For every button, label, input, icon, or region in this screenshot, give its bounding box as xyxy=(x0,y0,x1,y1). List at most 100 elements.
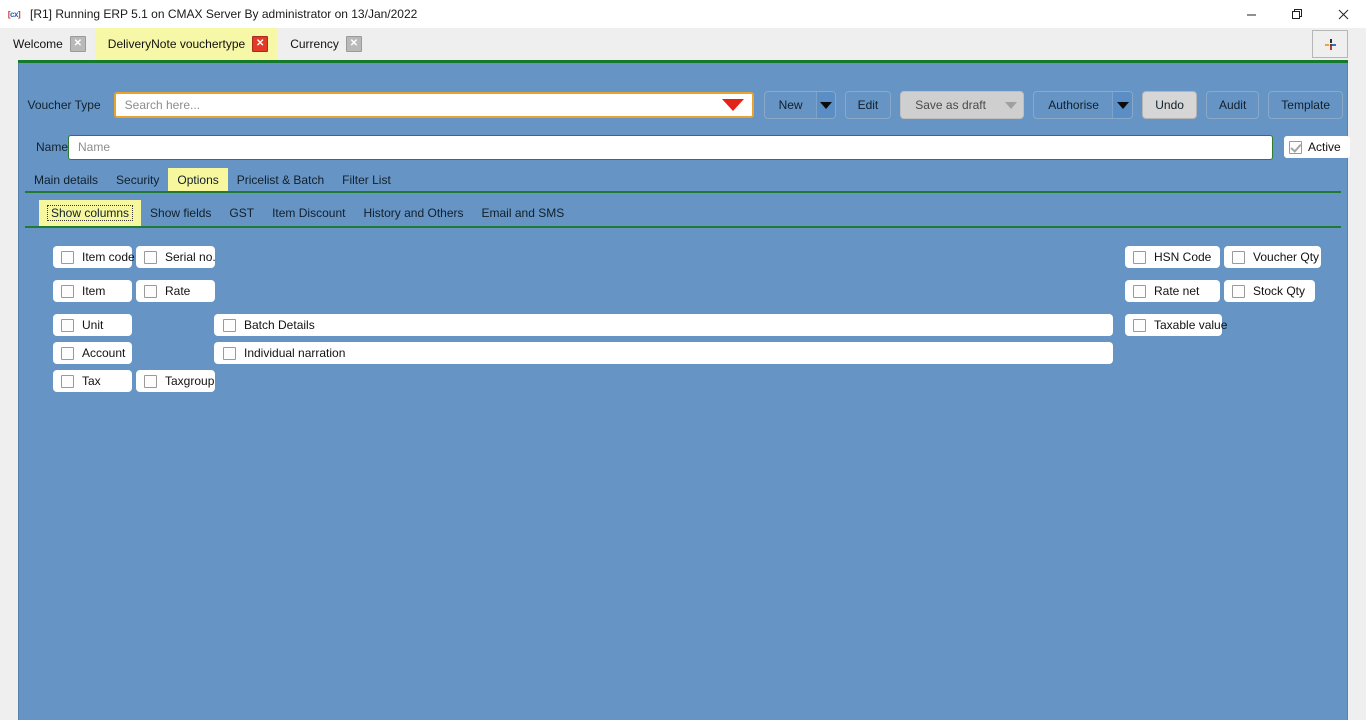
tab-security[interactable]: Security xyxy=(107,168,168,191)
checkbox-icon[interactable] xyxy=(61,374,74,388)
plus-icon xyxy=(1324,38,1336,50)
subtab-email-and-sms[interactable]: Email and SMS xyxy=(473,200,574,226)
option-label: Unit xyxy=(82,318,104,332)
save-as-draft-dropdown-button[interactable] xyxy=(999,92,1023,118)
tab-label: Pricelist & Batch xyxy=(236,172,325,187)
dropdown-arrow-icon[interactable] xyxy=(721,99,744,111)
checkbox-icon[interactable] xyxy=(144,374,157,388)
undo-button[interactable]: Undo xyxy=(1142,91,1197,119)
checkbox-icon[interactable] xyxy=(1232,284,1245,298)
audit-button[interactable]: Audit xyxy=(1205,91,1260,119)
name-input[interactable]: Name xyxy=(68,134,1274,160)
subtab-label: History and Others xyxy=(363,206,464,220)
toolbar: New Edit Save as draft Authorise Undo Au… xyxy=(763,91,1343,119)
option-label: Individual narration xyxy=(244,346,346,360)
checkbox-icon[interactable] xyxy=(1133,318,1146,332)
add-tab-wrapper xyxy=(1312,28,1348,60)
option-rate-net[interactable]: Rate net xyxy=(1125,280,1220,302)
authorise-button[interactable]: Authorise xyxy=(1033,91,1134,119)
new-dropdown-button[interactable] xyxy=(815,92,835,118)
edit-button[interactable]: Edit xyxy=(844,91,892,119)
checkbox-icon[interactable] xyxy=(1133,250,1146,264)
option-rate[interactable]: Rate xyxy=(136,280,215,302)
option-stock-qty[interactable]: Stock Qty xyxy=(1224,280,1315,302)
sub-tab-bar: Show columns Show fields GST Item Discou… xyxy=(39,200,1343,226)
option-serial-no[interactable]: Serial no. xyxy=(136,246,216,268)
tab-label: Welcome xyxy=(13,37,63,51)
option-label: HSN Code xyxy=(1154,250,1212,264)
subtab-label: GST xyxy=(229,206,255,220)
tab-deliverynote-vouchertype[interactable]: DeliveryNote vouchertype ✕ xyxy=(94,28,278,60)
option-label: Taxable value xyxy=(1154,318,1228,332)
tab-pricelist-and-batch[interactable]: Pricelist & Batch xyxy=(228,168,333,191)
template-button[interactable]: Template xyxy=(1268,91,1343,119)
option-label: Taxgroup xyxy=(165,374,215,388)
active-checkbox[interactable]: Active xyxy=(1284,136,1350,158)
tab-currency[interactable]: Currency ✕ xyxy=(277,28,371,60)
authorise-button-label: Authorise xyxy=(1048,98,1099,112)
maximize-button[interactable] xyxy=(1274,0,1320,28)
checkbox-icon[interactable] xyxy=(61,250,74,264)
tab-welcome[interactable]: Welcome ✕ xyxy=(0,28,95,60)
option-batch-details[interactable]: Batch Details xyxy=(214,314,1113,336)
tab-close-icon[interactable]: ✕ xyxy=(252,36,269,52)
title-bar: [cx] [R1] Running ERP 5.1 on CMAX Server… xyxy=(0,0,1366,28)
option-label: Item xyxy=(82,284,106,298)
checkbox-icon[interactable] xyxy=(61,284,74,298)
option-hsn-code[interactable]: HSN Code xyxy=(1125,246,1220,268)
option-item-code[interactable]: Item code xyxy=(53,246,135,268)
checkbox-icon[interactable] xyxy=(1133,284,1146,298)
option-voucher-qty[interactable]: Voucher Qty xyxy=(1224,246,1321,268)
subtab-item-discount[interactable]: Item Discount xyxy=(263,200,354,226)
subtab-show-columns[interactable]: Show columns xyxy=(39,200,142,226)
checkbox-icon[interactable] xyxy=(61,318,74,332)
save-as-draft-button[interactable]: Save as draft xyxy=(900,91,1025,119)
option-taxable-value[interactable]: Taxable value xyxy=(1125,314,1227,336)
checkbox-icon[interactable] xyxy=(144,284,157,298)
template-button-label: Template xyxy=(1281,98,1330,112)
option-tax[interactable]: Tax xyxy=(53,370,132,392)
tab-label: DeliveryNote vouchertype xyxy=(107,37,246,51)
option-label: Account xyxy=(82,346,126,360)
subtab-history-and-others[interactable]: History and Others xyxy=(354,200,472,226)
authorise-dropdown-button[interactable] xyxy=(1111,92,1133,118)
new-button-label: New xyxy=(778,98,803,112)
tab-strip: Welcome ✕ DeliveryNote vouchertype ✕ Cur… xyxy=(0,28,1366,60)
chevron-down-icon xyxy=(819,101,832,109)
tab-options[interactable]: Options xyxy=(168,168,228,191)
app-icon: [cx] xyxy=(7,9,21,19)
tab-filter-list[interactable]: Filter List xyxy=(333,168,400,191)
tab-main-details[interactable]: Main details xyxy=(25,168,107,191)
tab-label: Currency xyxy=(290,37,339,51)
save-as-draft-label: Save as draft xyxy=(915,98,986,112)
checkbox-icon[interactable] xyxy=(144,250,157,264)
voucher-type-row: Voucher Type Search here... New Edit Sav… xyxy=(23,90,1343,120)
option-account[interactable]: Account xyxy=(53,342,132,364)
subtab-gst[interactable]: GST xyxy=(220,200,263,226)
option-unit[interactable]: Unit xyxy=(53,314,132,336)
tab-close-icon[interactable]: ✕ xyxy=(69,36,86,52)
name-label: Name xyxy=(36,140,69,154)
checkbox-icon[interactable] xyxy=(1232,250,1245,264)
option-item[interactable]: Item xyxy=(53,280,132,302)
tab-close-icon[interactable]: ✕ xyxy=(345,36,362,52)
subtab-show-fields[interactable]: Show fields xyxy=(141,200,220,226)
option-label: Rate xyxy=(165,284,191,298)
option-individual-narration[interactable]: Individual narration xyxy=(214,342,1113,364)
name-row: Name Name Active xyxy=(23,133,1350,161)
option-taxgroup[interactable]: Taxgroup xyxy=(136,370,215,392)
checkbox-icon[interactable] xyxy=(223,318,236,332)
audit-button-label: Audit xyxy=(1218,98,1247,112)
checkbox-icon[interactable] xyxy=(1289,140,1303,154)
undo-button-label: Undo xyxy=(1155,98,1184,112)
add-tab-button[interactable] xyxy=(1312,30,1348,58)
show-columns-panel: Item code Item Unit Account Tax Serial n… xyxy=(19,239,1347,720)
close-button[interactable] xyxy=(1320,0,1366,28)
option-label: Rate net xyxy=(1154,284,1200,298)
minimize-button[interactable] xyxy=(1228,0,1274,28)
checkbox-icon[interactable] xyxy=(61,346,74,360)
checkbox-icon[interactable] xyxy=(223,346,236,360)
voucher-type-search-input[interactable]: Search here... xyxy=(113,92,754,118)
new-button[interactable]: New xyxy=(763,91,836,119)
subtab-label: Show fields xyxy=(150,206,212,220)
